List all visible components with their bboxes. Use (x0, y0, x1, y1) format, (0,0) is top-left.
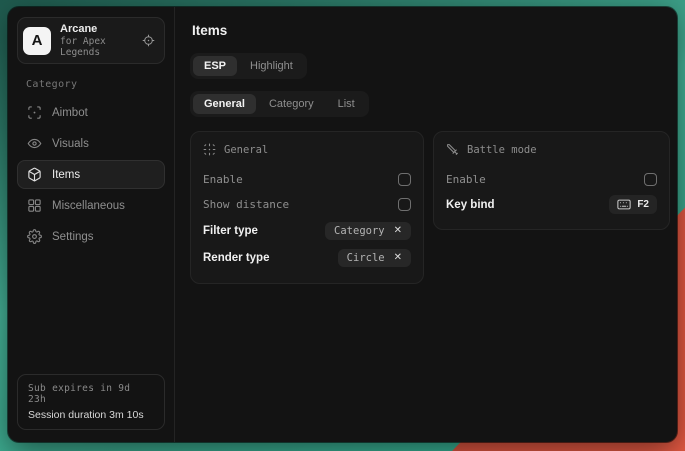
panel-general: General Enable Show distance Filter type… (190, 131, 424, 284)
sidebar-item-items[interactable]: Items (17, 160, 165, 189)
sidebar: A Arcane for Apex Legends Category Aimbo (8, 7, 175, 442)
panel-title: General (224, 144, 268, 156)
panel-general-header: General (203, 143, 411, 156)
sword-icon (446, 143, 459, 156)
setting-row-battle-enable: Enable (446, 167, 657, 192)
brand-text: Arcane for Apex Legends (60, 23, 133, 58)
setting-row-filter-type: Filter type Category ✕ (203, 217, 411, 244)
session-info-box: Sub expires in 9d 23h Session duration 3… (17, 374, 165, 430)
mode-tab-group: ESP Highlight (190, 53, 307, 79)
brand-card: A Arcane for Apex Legends (17, 17, 165, 64)
setting-label: Show distance (203, 198, 289, 211)
sidebar-item-miscellaneous[interactable]: Miscellaneous (17, 191, 165, 220)
sub-expires-text: Sub expires in 9d 23h (28, 383, 154, 405)
keybind-value: F2 (637, 199, 649, 210)
enable-checkbox[interactable] (398, 173, 411, 186)
tab-esp[interactable]: ESP (193, 56, 237, 76)
sidebar-section-label: Category (26, 79, 156, 90)
select-value: Category (334, 225, 385, 237)
sidebar-item-label: Items (52, 169, 80, 181)
sidebar-item-label: Aimbot (52, 107, 88, 119)
package-icon (27, 167, 42, 182)
panel-battle-mode: Battle mode Enable Key bind (433, 131, 670, 230)
brand-subtitle: for Apex Legends (60, 36, 133, 58)
setting-row-render-type: Render type Circle ✕ (203, 244, 411, 271)
clear-icon[interactable]: ✕ (394, 253, 402, 263)
tab-highlight[interactable]: Highlight (239, 56, 304, 76)
panel-title: Battle mode (467, 144, 537, 156)
clear-icon[interactable]: ✕ (394, 226, 402, 236)
brand-name: Arcane (60, 23, 133, 35)
render-type-select[interactable]: Circle ✕ (338, 249, 411, 267)
setting-label: Enable (446, 173, 486, 186)
setting-row-enable: Enable (203, 167, 411, 192)
eye-icon (27, 136, 42, 151)
panels-row: General Enable Show distance Filter type… (190, 131, 670, 284)
setting-row-show-distance: Show distance (203, 192, 411, 217)
keybind-button[interactable]: F2 (609, 195, 657, 214)
gear-icon (27, 229, 42, 244)
battle-enable-checkbox[interactable] (644, 173, 657, 186)
setting-label: Filter type (203, 225, 258, 237)
menu-window: A Arcane for Apex Legends Category Aimbo (8, 7, 677, 442)
filter-type-select[interactable]: Category ✕ (325, 222, 411, 240)
crosshair-dashed-icon (203, 143, 216, 156)
keyboard-icon (617, 199, 631, 210)
setting-label: Enable (203, 173, 243, 186)
sidebar-item-aimbot[interactable]: Aimbot (17, 98, 165, 127)
main-content: Items ESP Highlight General Category Lis… (175, 7, 677, 442)
target-icon[interactable] (142, 34, 155, 47)
sidebar-item-label: Visuals (52, 138, 89, 150)
show-distance-checkbox[interactable] (398, 198, 411, 211)
crosshair-icon (27, 105, 42, 120)
sidebar-item-visuals[interactable]: Visuals (17, 129, 165, 158)
sidebar-item-settings[interactable]: Settings (17, 222, 165, 251)
brand-logo: A (23, 27, 51, 55)
setting-row-key-bind: Key bind F2 (446, 192, 657, 217)
grid-icon (27, 198, 42, 213)
sidebar-item-label: Miscellaneous (52, 200, 125, 212)
sub-tab-group: General Category List (190, 91, 369, 117)
setting-label: Render type (203, 252, 269, 264)
select-value: Circle (347, 252, 385, 264)
sidebar-item-label: Settings (52, 231, 94, 243)
setting-label: Key bind (446, 199, 495, 211)
tab-list[interactable]: List (327, 94, 366, 114)
tab-general[interactable]: General (193, 94, 256, 114)
session-duration-text: Session duration 3m 10s (28, 409, 154, 421)
page-title: Items (192, 23, 670, 38)
tab-category[interactable]: Category (258, 94, 325, 114)
panel-battle-header: Battle mode (446, 143, 657, 156)
